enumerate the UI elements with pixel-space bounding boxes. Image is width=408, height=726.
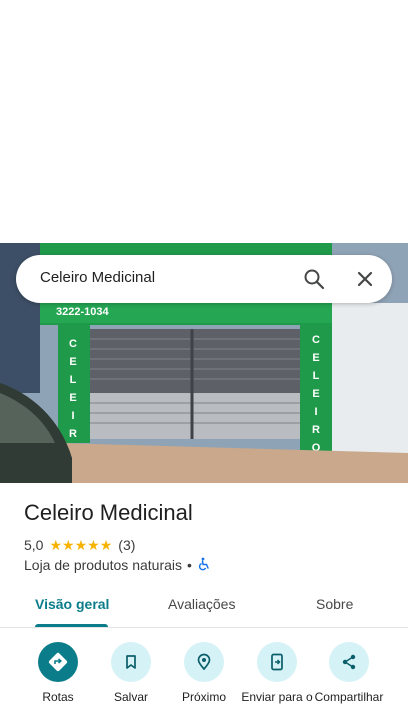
wheelchair-icon — [197, 557, 211, 574]
close-icon[interactable] — [353, 267, 377, 291]
rating-value: 5,0 — [24, 537, 44, 553]
directions-icon — [38, 642, 78, 682]
svg-text:L: L — [313, 370, 320, 382]
star-icon: ★ — [87, 537, 100, 553]
nearby-label: Próximo — [181, 690, 226, 704]
send-to-phone-label: Enviar para o — [241, 690, 313, 704]
svg-text:I: I — [314, 406, 317, 418]
save-label: Salvar — [113, 690, 148, 704]
bookmark-icon — [111, 642, 151, 682]
svg-text:E: E — [69, 392, 76, 404]
search-input[interactable]: Celeiro Medicinal — [40, 269, 155, 286]
action-bar: Rotas Salvar Próximo Enviar para o Compa… — [0, 638, 408, 726]
svg-text:R: R — [312, 424, 320, 436]
search-bar[interactable]: Celeiro Medicinal — [16, 255, 392, 303]
review-count: (3) — [118, 537, 136, 553]
tab-sobre[interactable]: Sobre — [316, 596, 353, 612]
tab-avaliacoes[interactable]: Avaliações — [168, 596, 235, 612]
svg-text:E: E — [312, 352, 319, 364]
tab-visao-geral[interactable]: Visão geral — [35, 596, 109, 612]
share-icon — [329, 642, 369, 682]
separator-dot: • — [187, 557, 192, 573]
place-title: Celeiro Medicinal — [24, 500, 193, 525]
svg-text:C: C — [69, 338, 77, 350]
search-icon[interactable] — [302, 267, 326, 291]
svg-text:E: E — [312, 388, 319, 400]
star-icon: ★ — [99, 537, 113, 553]
svg-text:I: I — [71, 410, 74, 422]
place-category: Loja de produtos naturais — [24, 557, 182, 573]
directions-label: Rotas — [42, 690, 74, 704]
svg-text:C: C — [312, 334, 320, 346]
svg-text:R: R — [69, 428, 77, 440]
star-rating: ★ ★ ★ ★ ★ — [49, 538, 112, 552]
rating-row[interactable]: 5,0 ★ ★ ★ ★ ★ (3) — [24, 536, 135, 554]
star-icon: ★ — [74, 537, 88, 553]
star-icon: ★ — [62, 537, 75, 553]
nearby-icon — [184, 642, 224, 682]
tab-bar: Visão geral Avaliações Sobre — [0, 584, 408, 628]
star-icon: ★ — [49, 537, 63, 553]
sign-phone: 3222-1034 — [56, 306, 109, 318]
svg-text:E: E — [69, 356, 76, 368]
send-to-phone-icon — [257, 642, 297, 682]
category-row: Loja de produtos naturais • — [24, 556, 211, 574]
svg-text:L: L — [70, 374, 77, 386]
share-label: Compartilhar — [314, 690, 384, 704]
tabs-divider — [0, 627, 408, 628]
